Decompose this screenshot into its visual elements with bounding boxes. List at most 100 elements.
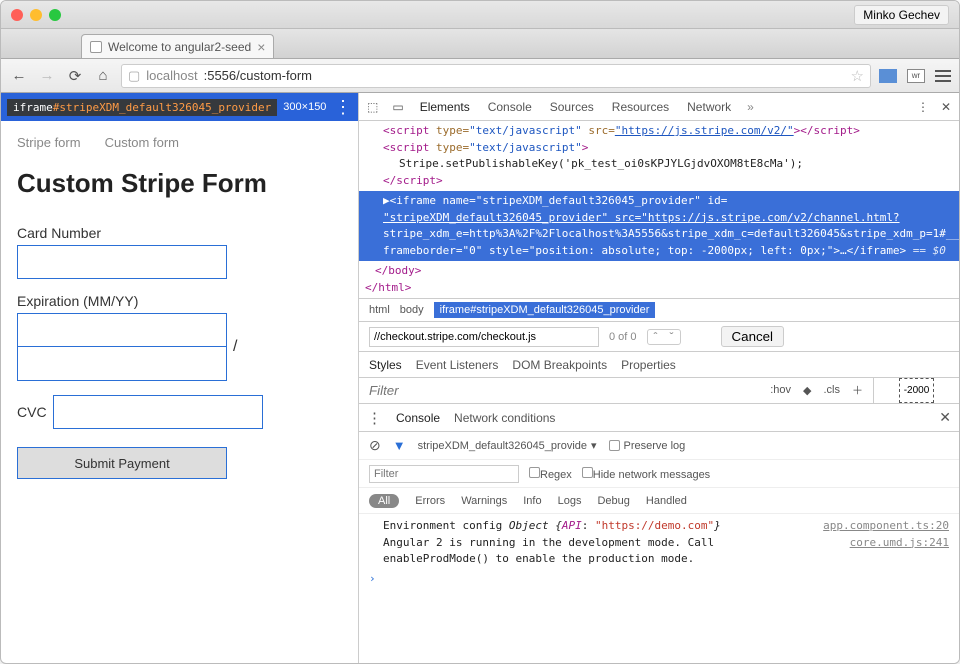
device-toggle-icon[interactable]: ▭: [392, 100, 403, 114]
styles-tab[interactable]: Styles: [369, 358, 402, 372]
console-drawer-tab-console[interactable]: Console: [396, 411, 440, 425]
devtools-menu-icon[interactable]: ⋮: [917, 100, 929, 114]
search-prev-icon[interactable]: ˆ: [648, 330, 664, 344]
cls-toggle[interactable]: .cls: [824, 384, 841, 396]
level-logs[interactable]: Logs: [558, 495, 582, 507]
label-cvc: CVC: [17, 404, 47, 420]
console-menu-icon[interactable]: ⋮: [367, 409, 382, 427]
console-levels: All Errors Warnings Info Logs Debug Hand…: [359, 488, 959, 514]
hide-network-checkbox[interactable]: Hide network messages: [582, 467, 710, 481]
level-handled[interactable]: Handled: [646, 495, 687, 507]
devtools-tab-network[interactable]: Network: [685, 100, 733, 114]
new-rule-icon[interactable]: ＋: [852, 382, 863, 398]
maximize-window-icon[interactable]: [49, 9, 61, 21]
devtools-tab-resources[interactable]: Resources: [610, 100, 671, 114]
home-button[interactable]: ⌂: [93, 66, 113, 86]
forward-button: →: [37, 66, 57, 86]
exp-month-input[interactable]: [17, 313, 227, 347]
app-tabs: Stripe form Custom form: [17, 135, 342, 150]
inspected-element[interactable]: iframe#stripeXDM_default326045_provider: [7, 99, 277, 116]
log-source-link[interactable]: core.umd.js:241: [850, 535, 949, 568]
minimize-window-icon[interactable]: [30, 9, 42, 21]
devtools-close-icon[interactable]: ✕: [941, 100, 951, 114]
url-path: :5556/custom-form: [204, 68, 312, 83]
box-model: -2000: [873, 378, 959, 403]
label-expiration: Expiration (MM/YY): [17, 293, 342, 309]
preserve-log-checkbox[interactable]: Preserve log: [609, 440, 686, 452]
tab-custom-form[interactable]: Custom form: [105, 135, 179, 150]
context-dropdown[interactable]: stripeXDM_default326045_provide ▾: [418, 439, 597, 452]
element-inspector-bar: iframe#stripeXDM_default326045_provider …: [1, 93, 358, 121]
hov-toggle[interactable]: :hov: [770, 384, 791, 396]
dom-search-input[interactable]: [369, 327, 599, 347]
dom-tree-selected[interactable]: ▶<iframe name="stripeXDM_default326045_p…: [359, 191, 959, 261]
search-nav: ˆˇ: [647, 329, 681, 345]
console-output[interactable]: Environment config Object {API: "https:/…: [359, 514, 959, 664]
devtools-panel: ⬚ ▭ Elements Console Sources Resources N…: [359, 93, 959, 664]
breadcrumb-body[interactable]: body: [400, 304, 424, 316]
toolbar-right: wr: [879, 69, 951, 83]
search-cancel-button[interactable]: Cancel: [721, 326, 785, 347]
label-card-number: Card Number: [17, 225, 342, 241]
url-bar[interactable]: ▢ localhost :5556/custom-form ☆: [121, 64, 871, 88]
dom-tree[interactable]: <script type="text/javascript" src="http…: [359, 121, 959, 191]
level-warnings[interactable]: Warnings: [461, 495, 507, 507]
level-info[interactable]: Info: [523, 495, 541, 507]
inspect-element-icon[interactable]: ⬚: [367, 100, 378, 114]
regex-checkbox[interactable]: Regex: [529, 467, 572, 481]
dom-search-bar: 0 of 0 ˆˇ Cancel: [359, 322, 959, 352]
filter-icon[interactable]: ▼: [393, 438, 406, 453]
styles-filter-input[interactable]: [369, 383, 548, 398]
styles-body: :hov ◆ .cls ＋ -2000: [359, 378, 959, 404]
console-toolbar: ⊘ ▼ stripeXDM_default326045_provide ▾ Pr…: [359, 432, 959, 460]
exp-slash: /: [233, 338, 237, 356]
browser-tab[interactable]: Welcome to angular2-seed ×: [81, 34, 274, 58]
devtools-tab-console[interactable]: Console: [486, 100, 534, 114]
menu-icon[interactable]: [935, 70, 951, 82]
page-title: Custom Stripe Form: [17, 168, 342, 199]
level-all[interactable]: All: [369, 494, 399, 508]
submit-payment-button[interactable]: Submit Payment: [17, 447, 227, 479]
page-viewport: iframe#stripeXDM_default326045_provider …: [1, 93, 359, 664]
url-host: localhost: [146, 68, 197, 83]
extension-icon[interactable]: [879, 69, 897, 83]
console-drawer-tab-network-conditions[interactable]: Network conditions: [454, 411, 555, 425]
back-button[interactable]: ←: [9, 66, 29, 86]
titlebar: Minko Gechev: [1, 1, 959, 29]
inspector-menu-icon[interactable]: ⋮: [334, 97, 352, 118]
devtools-tab-sources[interactable]: Sources: [548, 100, 596, 114]
search-count: 0 of 0: [609, 331, 637, 343]
search-next-icon[interactable]: ˇ: [664, 330, 680, 344]
console-filter-row: Regex Hide network messages: [359, 460, 959, 488]
clear-console-icon[interactable]: ⊘: [369, 437, 381, 454]
tab-title: Welcome to angular2-seed: [108, 40, 251, 54]
card-number-input[interactable]: [17, 245, 227, 279]
devtools-tab-elements[interactable]: Elements: [418, 100, 472, 114]
close-window-icon[interactable]: [11, 9, 23, 21]
console-prompt[interactable]: ›: [369, 572, 949, 585]
event-listeners-tab[interactable]: Event Listeners: [416, 358, 499, 372]
bookmark-icon[interactable]: ☆: [851, 67, 864, 85]
console-filter-input[interactable]: [369, 465, 519, 483]
more-tabs-icon[interactable]: »: [747, 100, 754, 114]
window-controls: [11, 9, 61, 21]
profile-button[interactable]: Minko Gechev: [854, 5, 949, 25]
reload-button[interactable]: ⟳: [65, 66, 85, 86]
cvc-input[interactable]: [53, 395, 263, 429]
extension-icon-2[interactable]: wr: [907, 69, 925, 83]
log-source-link[interactable]: app.component.ts:20: [823, 518, 949, 535]
breadcrumb-selected[interactable]: iframe#stripeXDM_default326045_provider: [434, 302, 656, 318]
site-info-icon[interactable]: ▢: [128, 68, 140, 84]
tab-stripe-form[interactable]: Stripe form: [17, 135, 81, 150]
properties-tab[interactable]: Properties: [621, 358, 676, 372]
exp-year-input[interactable]: [17, 347, 227, 381]
pin-icon[interactable]: ◆: [803, 384, 811, 397]
tab-close-icon[interactable]: ×: [257, 39, 265, 55]
dom-breakpoints-tab[interactable]: DOM Breakpoints: [512, 358, 607, 372]
tab-strip: Welcome to angular2-seed ×: [1, 29, 959, 59]
console-drawer-close-icon[interactable]: ✕: [939, 409, 951, 426]
breadcrumb-html[interactable]: html: [369, 304, 390, 316]
level-errors[interactable]: Errors: [415, 495, 445, 507]
level-debug[interactable]: Debug: [597, 495, 629, 507]
toolbar: ← → ⟳ ⌂ ▢ localhost :5556/custom-form ☆ w…: [1, 59, 959, 93]
